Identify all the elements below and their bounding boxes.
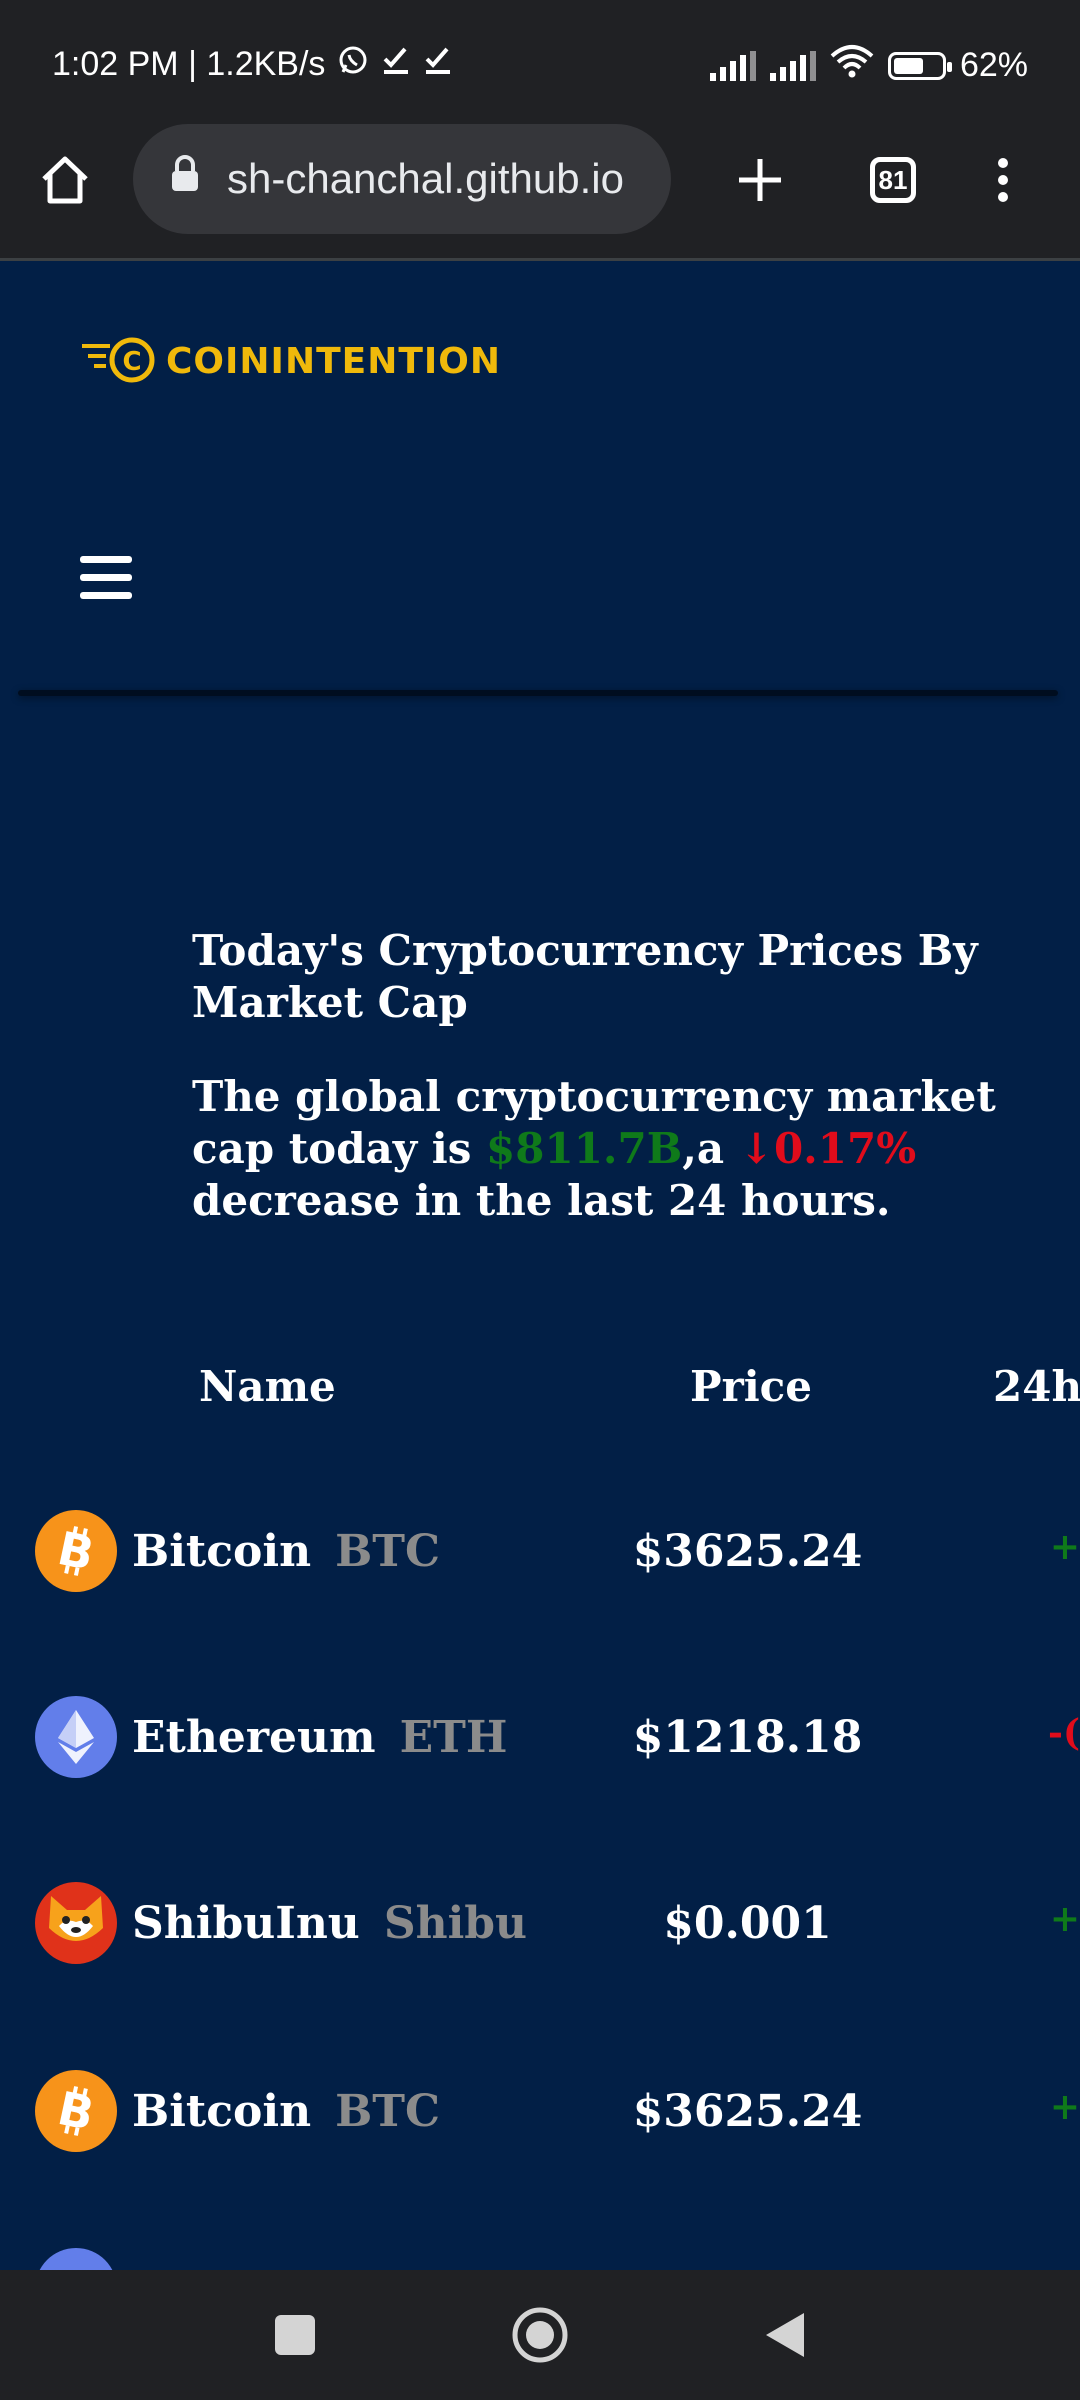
battery-icon <box>887 51 952 80</box>
header-name: Name <box>199 1362 336 1411</box>
hero-text-2: ,a <box>682 1124 739 1173</box>
home-nav-button[interactable] <box>510 2305 570 2365</box>
back-button[interactable] <box>755 2305 815 2365</box>
status-left: 1:02 PM | 1.2KB/s <box>52 44 453 85</box>
status-bar: 1:02 PM | 1.2KB/s 62% <box>0 0 1080 124</box>
coin-change: -( <box>1048 1712 1080 1754</box>
table-row[interactable]: Ethereum ETH $1218.18 -( <box>0 1686 1080 1806</box>
coin-symbol: BTC <box>335 2086 441 2137</box>
hero-text-3: decrease in the last 24 hours. <box>192 1176 891 1225</box>
brand-name: COININTENTION <box>166 340 502 382</box>
signal-icon <box>769 50 816 81</box>
coin-name-text: ShibuInu <box>132 1898 360 1949</box>
table-row[interactable]: ShibuInu Shibu $0.001 + <box>0 1872 1080 1992</box>
more-vert-icon <box>998 158 1008 202</box>
tab-count: 81 <box>870 157 916 203</box>
coin-price: $1218.18 <box>632 1712 863 1763</box>
shiba-inu-icon <box>35 1882 117 1964</box>
hamburger-menu-button[interactable] <box>80 556 132 602</box>
hero-section: Today's Cryptocurrency Prices By Market … <box>192 925 1072 1227</box>
whatsapp-icon <box>337 44 369 85</box>
coin-price: $3625.24 <box>632 1526 863 1577</box>
browser-toolbar: sh-chanchal.github.io 81 <box>0 124 1080 261</box>
coin-name: ShibuInu Shibu <box>132 1898 527 1949</box>
table-row[interactable]: B Bitcoin BTC $3625.24 + <box>0 1500 1080 1620</box>
down-arrow-icon: ↓ <box>738 1124 774 1173</box>
coin-price: $0.001 <box>663 1898 832 1949</box>
coin-symbol: ETH <box>399 1712 508 1763</box>
system-nav-bar <box>0 2270 1080 2400</box>
coin-logo-icon: C <box>82 337 155 383</box>
signal-icon <box>709 50 756 81</box>
home-icon <box>42 156 88 204</box>
coin-change: + <box>1049 2086 1080 2128</box>
hero-title: Today's Cryptocurrency Prices By Market … <box>192 926 978 1027</box>
logo[interactable]: C COININTENTION <box>80 336 501 386</box>
status-right: 62% <box>709 44 1028 87</box>
recents-button[interactable] <box>265 2305 325 2365</box>
coin-change: + <box>1049 1898 1080 1940</box>
table-row[interactable]: B Bitcoin BTC $3625.24 + <box>0 2060 1080 2180</box>
header-divider <box>18 690 1058 696</box>
square-icon <box>275 2315 315 2355</box>
coin-name: Bitcoin BTC <box>132 1526 440 1577</box>
menu-line <box>80 574 132 581</box>
check-download-icon <box>423 45 453 84</box>
coin-change: + <box>1049 1526 1080 1568</box>
bitcoin-icon: B <box>35 2070 117 2152</box>
home-button[interactable] <box>25 140 105 220</box>
url-text: sh-chanchal.github.io <box>227 155 624 202</box>
new-tab-button[interactable] <box>720 140 800 220</box>
menu-line <box>80 556 132 563</box>
time-speed: 1:02 PM | 1.2KB/s <box>52 45 326 83</box>
lock-icon <box>169 155 201 203</box>
coin-symbol: BTC <box>335 1526 441 1577</box>
coin-name-text: Bitcoin <box>132 2086 312 2137</box>
plus-icon <box>739 159 781 201</box>
coin-name: Bitcoin BTC <box>132 2086 440 2137</box>
ethereum-icon <box>35 1696 117 1778</box>
hero-description: The global cryptocurrency market cap tod… <box>192 1071 1072 1227</box>
tab-switcher-button[interactable]: 81 <box>853 140 933 220</box>
menu-button[interactable] <box>963 140 1043 220</box>
battery-percent: 62% <box>959 46 1028 84</box>
coin-symbol: Shibu <box>383 1898 528 1949</box>
coin-name: Ethereum ETH <box>132 1712 507 1763</box>
coin-name-text: Ethereum <box>132 1712 376 1763</box>
menu-line <box>80 592 132 599</box>
market-cap-value: $811.7B <box>486 1124 683 1173</box>
svg-text:C: C <box>122 347 141 377</box>
bitcoin-icon: B <box>35 1510 117 1592</box>
check-download-icon <box>381 45 411 84</box>
wifi-icon <box>830 44 874 87</box>
address-bar[interactable]: sh-chanchal.github.io <box>133 124 671 234</box>
site-header: C COININTENTION <box>0 261 1080 694</box>
back-triangle-icon <box>766 2313 804 2357</box>
header-price: Price <box>690 1362 812 1411</box>
header-24h: 24h <box>993 1362 1080 1411</box>
market-change-percent: 0.17% <box>773 1124 917 1173</box>
circle-icon <box>512 2307 568 2363</box>
coin-price: $3625.24 <box>632 2086 863 2137</box>
coin-name-text: Bitcoin <box>132 1526 312 1577</box>
